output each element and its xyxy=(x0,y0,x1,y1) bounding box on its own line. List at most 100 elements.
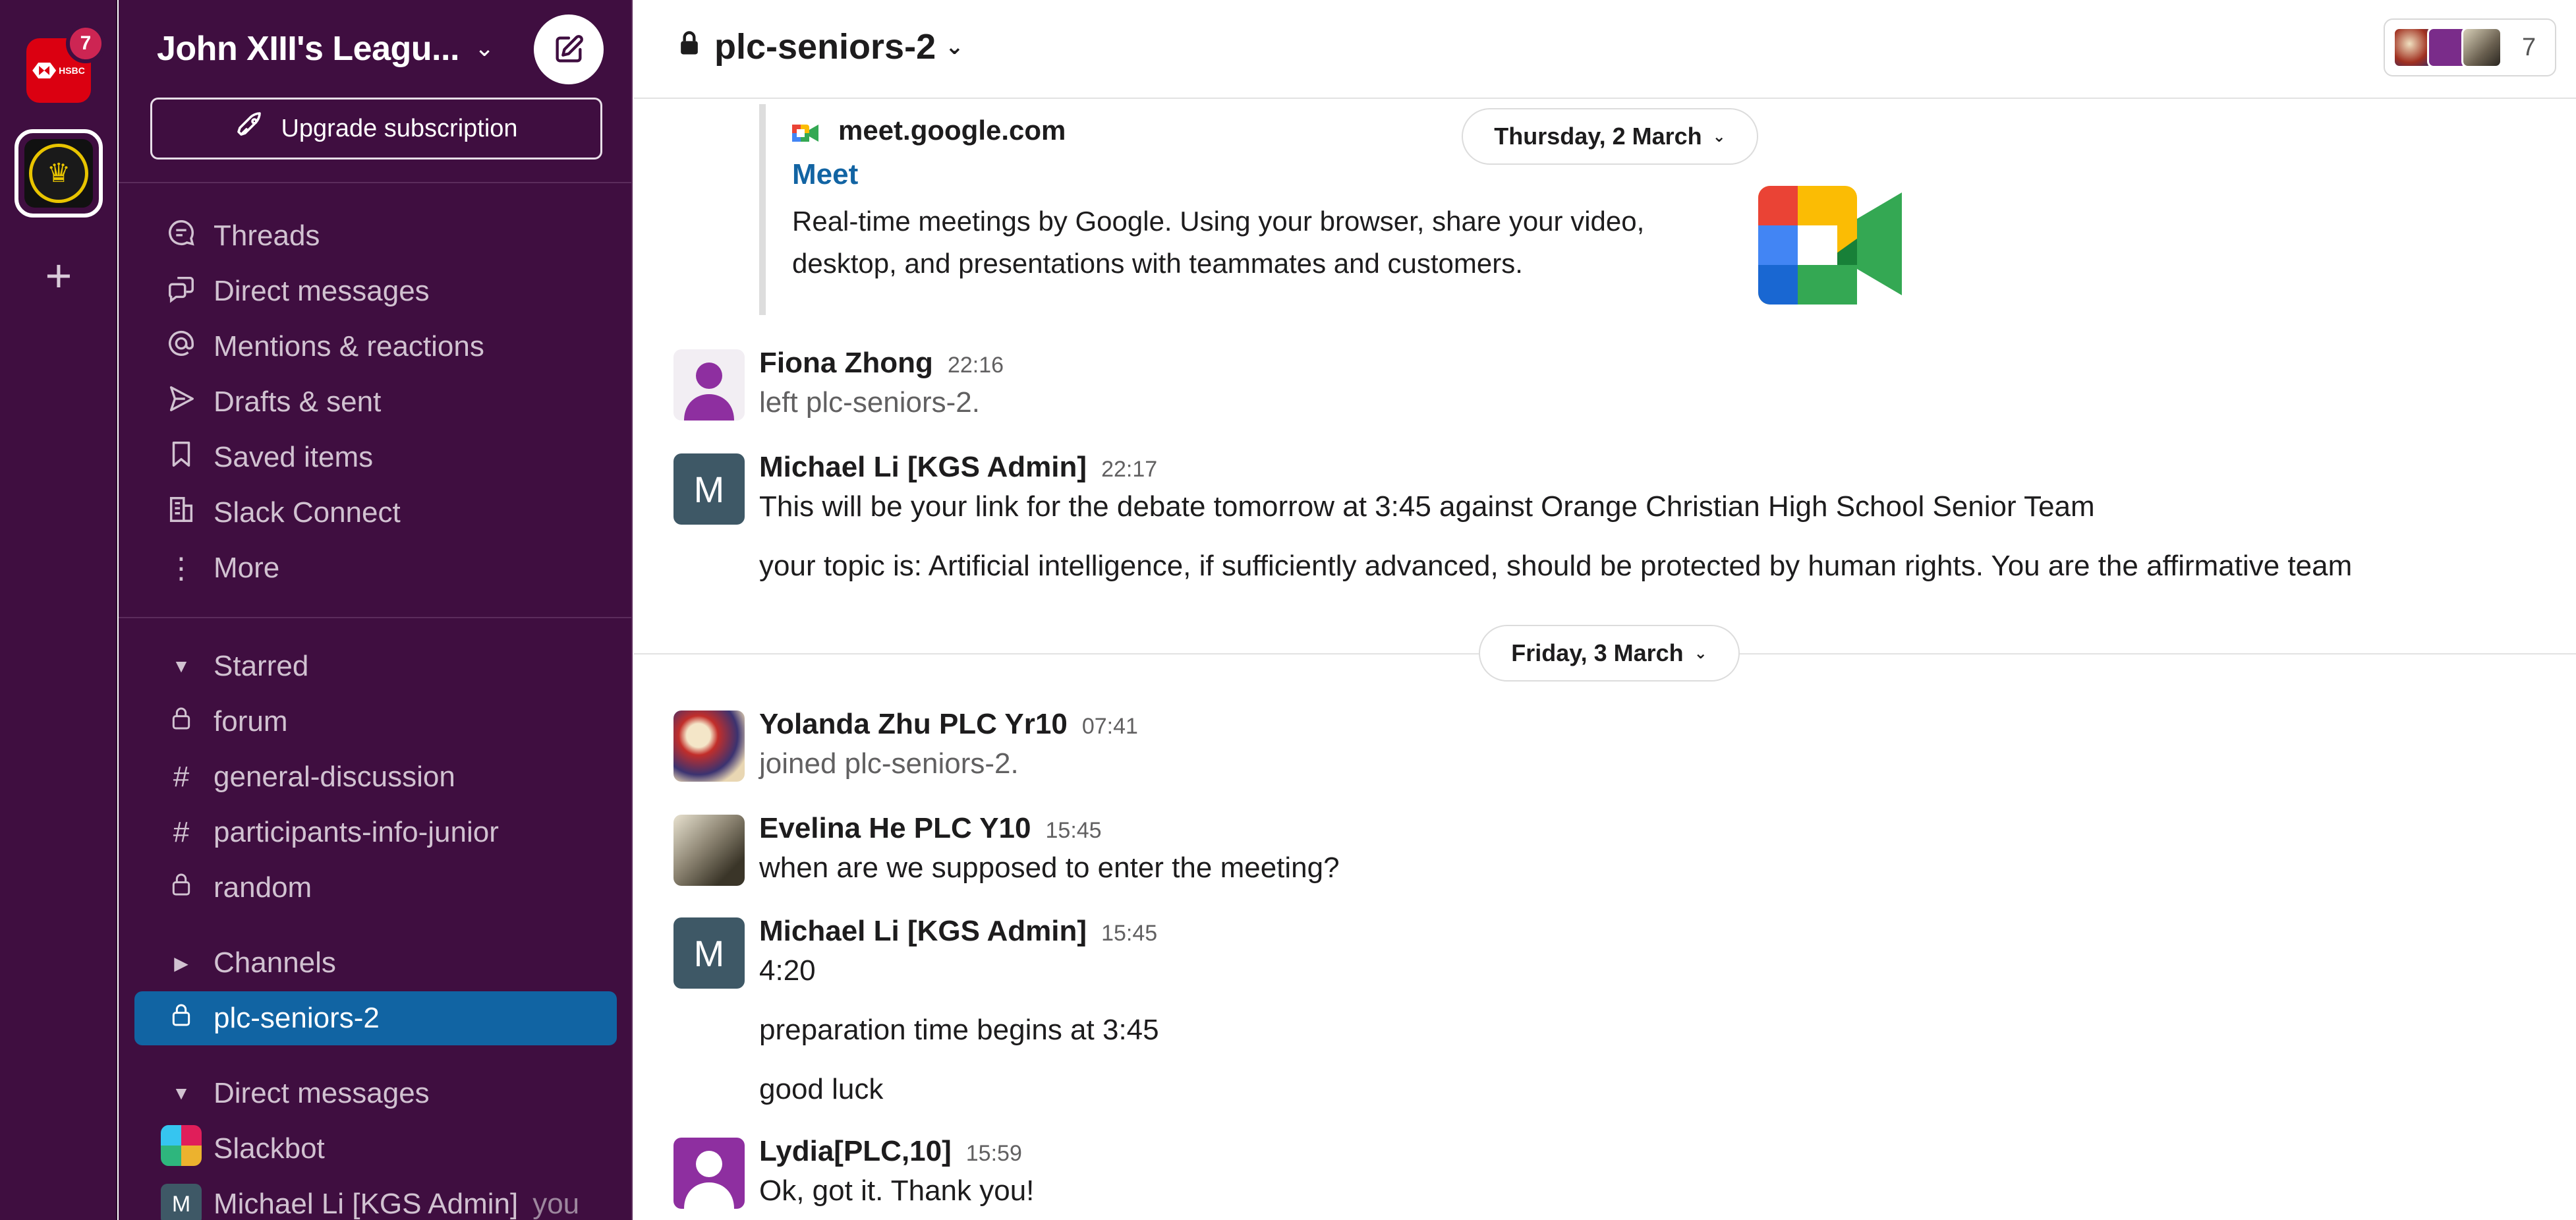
sidebar-channel-participants-info-junior[interactable]: # participants-info-junior xyxy=(119,809,631,856)
hash-icon: # xyxy=(173,761,190,793)
message-time[interactable]: 22:16 xyxy=(948,353,1004,378)
chevron-down-icon[interactable]: ⌄ xyxy=(474,34,494,62)
message-text: your topic is: Artificial intelligence, … xyxy=(759,550,2353,582)
message-author[interactable]: Evelina He PLC Y10 xyxy=(759,812,1031,845)
sidebar-item-label: Slack Connect xyxy=(214,496,401,529)
message-author[interactable]: Lydia[PLC,10] xyxy=(759,1135,952,1168)
workspace-rail: HSBC 7 ♛ + xyxy=(0,0,117,1220)
message-time[interactable]: 22:17 xyxy=(1101,457,1157,482)
date-divider-friday[interactable]: Friday, 3 March ⌄ xyxy=(1479,625,1740,682)
message-time[interactable]: 15:45 xyxy=(1046,818,1102,844)
workspace-name[interactable]: John XIII's Leagu... xyxy=(157,29,459,69)
member-count: 7 xyxy=(2522,33,2536,61)
members-button[interactable]: 7 xyxy=(2384,18,2556,76)
hsbc-logo-icon xyxy=(32,63,57,78)
unfurl-description: Real-time meetings by Google. Using your… xyxy=(792,206,1645,279)
dm-self[interactable]: M Michael Li [KGS Admin] you xyxy=(119,1181,631,1220)
sidebar-channel-forum[interactable]: forum xyxy=(119,699,631,745)
unfurl-title-link[interactable]: Meet xyxy=(792,158,858,191)
section-direct-messages[interactable]: ▼ Direct messages xyxy=(119,1070,631,1117)
you-tag: you xyxy=(532,1188,580,1220)
lock-icon xyxy=(158,871,204,905)
sidebar-item-more[interactable]: ⋮ More xyxy=(119,545,631,591)
workspace-hsbc-label: HSBC xyxy=(59,65,85,76)
lock-icon xyxy=(158,705,204,739)
channel-title-button[interactable]: plc-seniors-2 ⌄ xyxy=(675,26,964,67)
more-vertical-icon: ⋮ xyxy=(167,552,196,585)
dm-slackbot[interactable]: Slackbot xyxy=(119,1124,631,1172)
message-time[interactable]: 15:45 xyxy=(1101,921,1157,946)
chevron-down-icon: ⌄ xyxy=(1712,127,1726,146)
add-workspace-icon[interactable]: + xyxy=(37,252,80,299)
sidebar-item-slack-connect[interactable]: Slack Connect xyxy=(119,490,631,536)
main-pane: plc-seniors-2 ⌄ 7 meet.google.com Meet R… xyxy=(634,0,2576,1220)
upgrade-subscription-button[interactable]: Upgrade subscription xyxy=(150,98,602,160)
sidebar-divider xyxy=(119,617,631,618)
dm-label: Slackbot xyxy=(214,1132,325,1165)
sidebar-item-label: Drafts & sent xyxy=(214,386,382,418)
member-avatar xyxy=(2461,27,2502,68)
avatar: M xyxy=(673,453,745,525)
message-author[interactable]: Yolanda Zhu PLC Yr10 xyxy=(759,708,1068,741)
link-unfurl[interactable]: meet.google.com Meet Real-time meetings … xyxy=(759,104,1945,315)
chevron-down-icon: ⌄ xyxy=(945,34,964,59)
workspace-logo-icon: ♛ xyxy=(24,139,93,208)
channel-label: participants-info-junior xyxy=(214,816,499,848)
channel-label: random xyxy=(214,871,312,904)
message-text: preparation time begins at 3:45 xyxy=(759,1014,1159,1046)
section-channels[interactable]: ▶ Channels xyxy=(119,940,631,986)
avatar xyxy=(673,349,745,421)
message-author[interactable]: Michael Li [KGS Admin] xyxy=(759,915,1087,948)
sidebar-item-saved[interactable]: Saved items xyxy=(119,434,631,480)
direct-messages-icon xyxy=(158,273,204,310)
channel-label: plc-seniors-2 xyxy=(214,1002,380,1034)
sidebar-item-drafts[interactable]: Drafts & sent xyxy=(119,379,631,425)
hash-icon: # xyxy=(173,816,190,848)
avatar xyxy=(673,815,745,886)
section-label: Starred xyxy=(214,650,309,682)
sidebar-item-mentions[interactable]: Mentions & reactions xyxy=(119,324,631,370)
avatar xyxy=(673,711,745,782)
channel-label: forum xyxy=(214,705,288,738)
lock-icon xyxy=(158,1002,204,1035)
google-meet-icon xyxy=(792,119,820,142)
upgrade-label: Upgrade subscription xyxy=(281,114,518,142)
message-text: This will be your link for the debate to… xyxy=(759,490,2095,523)
caret-down-icon: ▼ xyxy=(172,1083,190,1103)
message-text: when are we supposed to enter the meetin… xyxy=(759,852,1340,884)
channel-title: plc-seniors-2 xyxy=(714,27,936,67)
message-author[interactable]: Michael Li [KGS Admin] xyxy=(759,451,1087,484)
at-icon xyxy=(158,328,204,366)
date-divider-thursday[interactable]: Thursday, 2 March ⌄ xyxy=(1462,108,1758,165)
unfurl-site: meet.google.com xyxy=(792,115,1066,146)
sidebar-divider xyxy=(119,182,631,183)
channel-header: plc-seniors-2 ⌄ 7 xyxy=(634,0,2576,99)
workspace-current[interactable]: ♛ xyxy=(14,129,103,218)
section-starred[interactable]: ▼ Starred xyxy=(119,643,631,689)
date-label: Thursday, 2 March xyxy=(1494,123,1702,150)
unfurl-site-label: meet.google.com xyxy=(838,115,1066,146)
caret-down-icon: ▼ xyxy=(172,656,190,676)
section-label: Channels xyxy=(214,946,336,979)
message-author[interactable]: Fiona Zhong xyxy=(759,347,933,380)
chevron-down-icon: ⌄ xyxy=(1694,644,1707,662)
avatar xyxy=(673,1138,745,1209)
compose-button[interactable] xyxy=(534,15,604,84)
message-time[interactable]: 15:59 xyxy=(966,1141,1022,1167)
message-text: left plc-seniors-2. xyxy=(759,386,981,419)
message-list: meet.google.com Meet Real-time meetings … xyxy=(634,100,2576,1220)
sidebar-item-label: Mentions & reactions xyxy=(214,330,484,363)
send-icon xyxy=(158,384,204,421)
rocket-icon xyxy=(235,109,266,148)
caret-right-icon: ▶ xyxy=(174,952,188,973)
avatar: M xyxy=(158,1184,204,1220)
sidebar-channel-plc-seniors-2[interactable]: plc-seniors-2 xyxy=(134,991,617,1045)
threads-icon xyxy=(158,218,204,255)
sidebar-item-direct-messages[interactable]: Direct messages xyxy=(119,268,631,314)
message-time[interactable]: 07:41 xyxy=(1082,714,1138,740)
sidebar-channel-random[interactable]: random xyxy=(119,865,631,911)
workspace-header[interactable]: John XIII's Leagu... ⌄ xyxy=(119,0,631,99)
sidebar-channel-general-discussion[interactable]: # general-discussion xyxy=(119,754,631,800)
sidebar-item-threads[interactable]: Threads xyxy=(119,213,631,259)
message-text: 4:20 xyxy=(759,954,816,987)
